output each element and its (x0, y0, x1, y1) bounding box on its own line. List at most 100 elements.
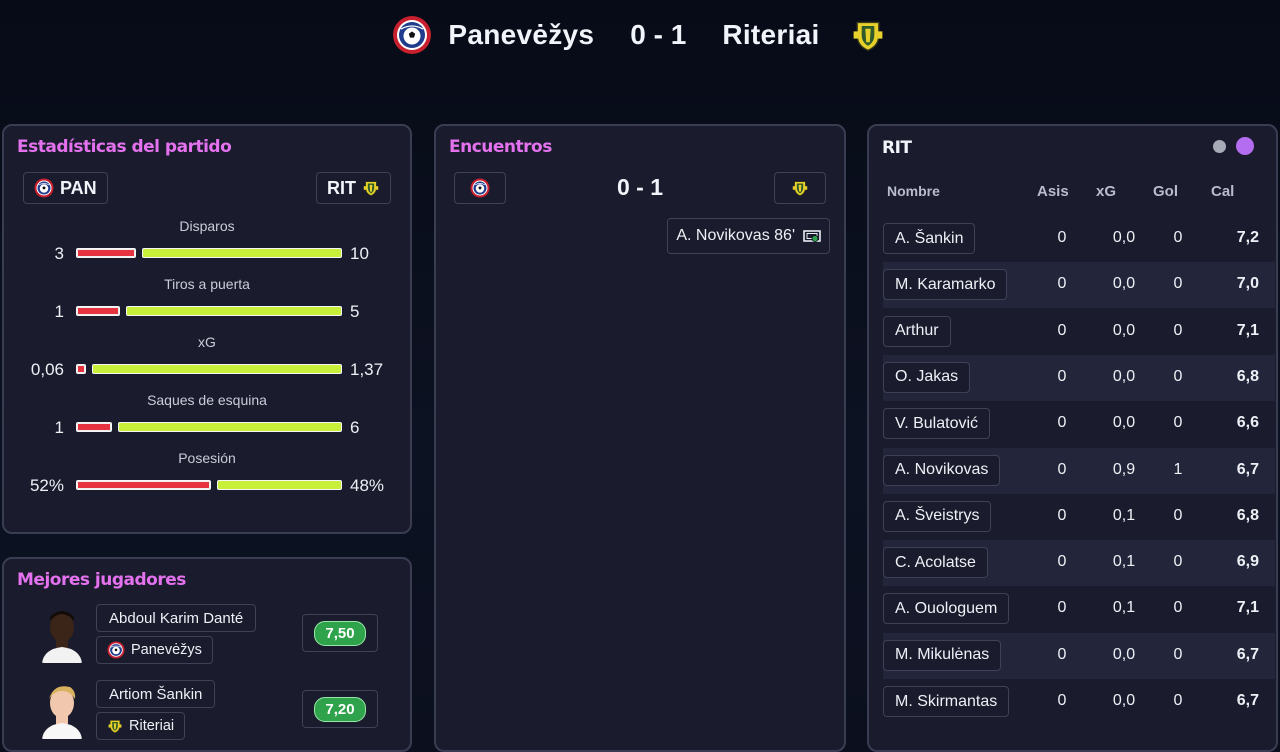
away-team-name: Riteriai (722, 19, 820, 50)
player-name-chip[interactable]: M. Mikulėnas (883, 639, 1002, 671)
goals-cell: 0 (1173, 229, 1183, 246)
rating-cell: 6,7 (1236, 460, 1259, 478)
away-stat-bar (92, 364, 342, 374)
player-name-chip[interactable]: O. Jakas (883, 361, 971, 393)
match-score: 0 - 1 (630, 19, 687, 50)
goals-cell: 0 (1173, 321, 1183, 339)
home-stat-bar (76, 248, 136, 258)
player-name-chip[interactable]: M. Karamarko (883, 269, 1008, 301)
player-name: A. Šankin (895, 229, 964, 247)
player-name: M. Skirmantas (895, 692, 998, 710)
column-header-name[interactable]: Nombre (887, 183, 940, 199)
away-stat-value: 48% (350, 476, 385, 495)
player-name-chip[interactable]: A. Ouologuem (883, 593, 1010, 625)
pager-dot-inactive[interactable] (1213, 140, 1226, 153)
rating-cell: 6,7 (1236, 645, 1259, 663)
player-photo[interactable] (40, 603, 84, 663)
player-rating-badge: 7,20 (314, 696, 366, 722)
column-header-assists[interactable]: Asis (1037, 183, 1069, 200)
table-row[interactable]: O. Jakas 0 0,0 0 6,8 (883, 354, 1275, 401)
table-row[interactable]: M. Karamarko 0 0,0 0 7,0 (883, 262, 1275, 309)
player-team: Riteriai (129, 718, 175, 734)
goals-cell: 0 (1173, 275, 1183, 293)
player-name-chip[interactable]: A. Novikovas (883, 454, 1001, 486)
table-row[interactable]: A. Novikovas 0 0,9 1 6,7 (883, 447, 1275, 494)
away-team-chip[interactable]: RIT (316, 172, 391, 204)
goal-event-chip[interactable]: A. Novikovas 86' (667, 218, 830, 254)
home-team-chip[interactable]: PAN (23, 172, 108, 204)
away-stat-value: 10 (350, 244, 369, 263)
home-team-abbr: PAN (60, 177, 97, 198)
player-name-chip[interactable]: A. Šankin (883, 223, 976, 254)
player-name-chip[interactable]: A. Šveistrys (883, 500, 992, 532)
home-stat-bar (76, 422, 112, 432)
goals-cell: 0 (1173, 506, 1183, 524)
assists-cell: 0 (1057, 367, 1067, 385)
xg-cell: 0,0 (1112, 414, 1136, 432)
player-name-chip[interactable]: M. Skirmantas (883, 686, 1010, 717)
xg-cell: 0,1 (1112, 553, 1136, 571)
assists-cell: 0 (1057, 692, 1067, 709)
team-player-table-panel: RIT Nombre Asis xG Gol Cal A. Šankin 0 0,0… (867, 124, 1278, 752)
player-name: V. Bulatović (895, 414, 979, 432)
player-team-chip[interactable]: Panevėžys (96, 636, 213, 664)
xg-cell: 0,1 (1112, 506, 1136, 524)
rating-cell: 7,1 (1236, 321, 1259, 339)
goal-scorer: A. Novikovas 86' (676, 227, 795, 244)
away-stat-bar (118, 422, 342, 432)
riteriai-crest-icon (791, 178, 809, 198)
rating-cell: 6,8 (1236, 506, 1259, 524)
xg-cell: 0,0 (1112, 692, 1136, 709)
player-rating-box: 7,20 (302, 690, 378, 728)
table-row[interactable]: M. Mikulėnas 0 0,0 0 6,7 (883, 632, 1275, 679)
player-name-chip[interactable]: Arthur (883, 315, 951, 347)
player-team: Panevėžys (131, 642, 202, 658)
home-stat-value: 1 (54, 418, 64, 437)
riteriai-crest-icon (848, 15, 888, 55)
table-row[interactable]: Arthur 0 0,0 0 7,1 (883, 309, 1275, 355)
xg-cell: 0,0 (1112, 367, 1136, 385)
player-rating-badge: 7,50 (314, 620, 366, 646)
xg-cell: 0,0 (1112, 275, 1136, 293)
riteriai-crest-icon (107, 717, 123, 735)
table-row[interactable]: A. Šveistrys 0 0,1 0 6,8 (883, 494, 1275, 540)
away-stat-bar (126, 306, 342, 316)
home-stat-bar (76, 480, 211, 490)
rating-cell: 7,0 (1236, 275, 1259, 293)
best-players-panel: Mejores jugadores Abdoul Karim Danté Pan… (2, 557, 412, 752)
column-header-goals[interactable]: Gol (1153, 183, 1178, 200)
panevezys-crest-icon (392, 15, 432, 55)
stat-label: xG (198, 334, 216, 350)
rating-cell: 6,8 (1236, 367, 1259, 385)
stat-label: Saques de esquina (147, 392, 267, 408)
pager-dot-active[interactable] (1236, 137, 1254, 155)
assists-cell: 0 (1057, 645, 1067, 663)
player-name: Arthur (895, 322, 939, 340)
column-header-rating[interactable]: Cal (1211, 183, 1234, 200)
home-stat-value: 0,06 (30, 360, 64, 379)
player-name-chip[interactable]: Abdoul Karim Danté (96, 604, 257, 632)
away-team-abbr: RIT (327, 177, 356, 198)
panevezys-crest-icon (107, 641, 125, 659)
rating-cell: 7,2 (1236, 229, 1259, 246)
away-crest-button[interactable] (774, 172, 826, 204)
away-stat-bar (142, 248, 342, 258)
player-team-chip[interactable]: Riteriai (96, 712, 186, 740)
table-row[interactable]: M. Skirmantas 0 0,0 0 6,7 (883, 679, 1275, 725)
assists-cell: 0 (1057, 414, 1067, 432)
player-name-chip[interactable]: C. Acolatse (883, 547, 988, 579)
table-row[interactable]: A. Ouologuem 0 0,1 0 7,1 (883, 586, 1275, 632)
player-photo[interactable] (40, 679, 84, 739)
player-name-chip[interactable]: V. Bulatović (883, 408, 991, 440)
stat-row: 0,06 1,37 (4, 360, 410, 380)
table-row[interactable]: C. Acolatse 0 0,1 0 6,9 (883, 540, 1275, 587)
stat-row: 52% 48% (4, 476, 410, 496)
player-name-chip[interactable]: Artiom Šankin (96, 680, 216, 708)
column-header-xg[interactable]: xG (1096, 183, 1116, 200)
player-name: A. Novikovas (895, 461, 989, 478)
table-row[interactable]: A. Šankin 0 0,0 0 7,2 (883, 216, 1275, 262)
table-row[interactable]: V. Bulatović 0 0,0 0 6,6 (883, 401, 1275, 447)
home-stat-value: 1 (54, 302, 64, 321)
rating-cell: 6,9 (1236, 553, 1259, 571)
rating-cell: 6,6 (1236, 414, 1259, 432)
